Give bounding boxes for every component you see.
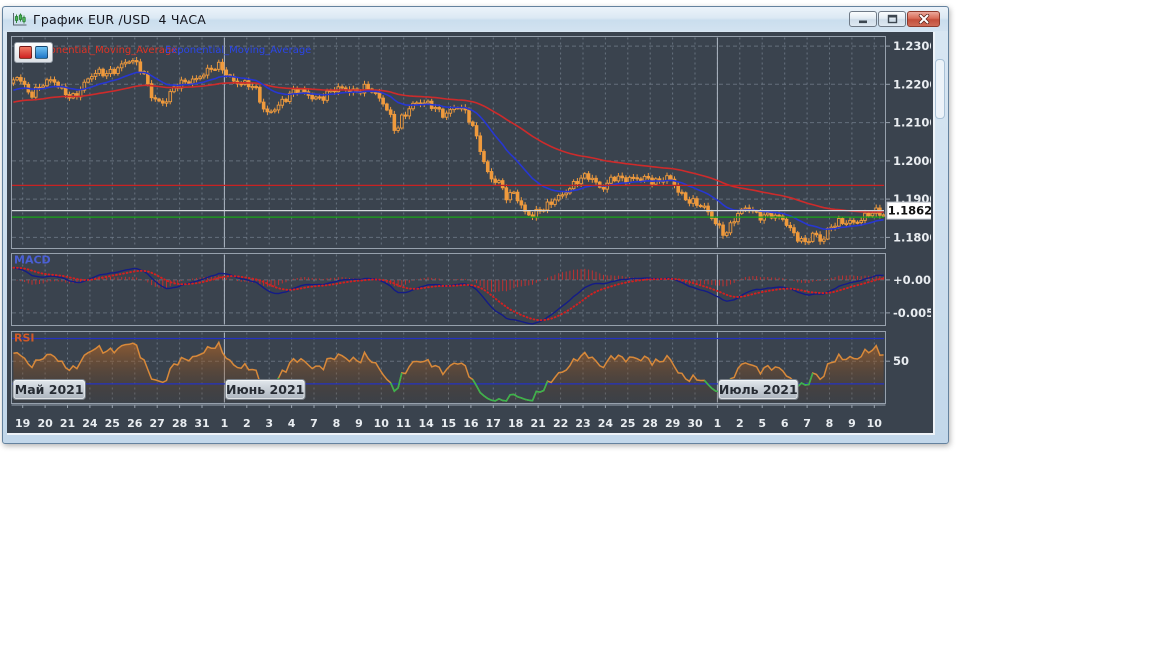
svg-text:11: 11 xyxy=(396,417,411,430)
svg-text:9: 9 xyxy=(848,417,856,430)
svg-text:5: 5 xyxy=(758,417,766,430)
macd-label: MACD xyxy=(14,254,51,267)
svg-text:25: 25 xyxy=(620,417,635,430)
candlestick-chart-icon xyxy=(11,12,27,27)
svg-text:1: 1 xyxy=(221,417,229,430)
month-marker[interactable]: Май 2021 xyxy=(13,380,85,400)
svg-text:14: 14 xyxy=(418,417,434,430)
svg-text:27: 27 xyxy=(150,417,165,430)
svg-text:Май 2021: Май 2021 xyxy=(15,382,84,397)
svg-text:15: 15 xyxy=(441,417,456,430)
svg-text:10: 10 xyxy=(867,417,883,430)
svg-text:7: 7 xyxy=(803,417,811,430)
svg-text:Июль 2021: Июль 2021 xyxy=(719,382,798,397)
window-title: График EUR /USD 4 ЧАСА xyxy=(33,12,206,27)
legend-ema-blue: Exponential_Moving_Average xyxy=(165,45,311,56)
ema-blue-swatch-icon[interactable] xyxy=(35,46,48,59)
svg-text:Июнь 2021: Июнь 2021 xyxy=(226,382,304,397)
grid-macd xyxy=(23,255,875,325)
maximize-button[interactable] xyxy=(878,11,906,27)
current-price-tag: 1.1862 xyxy=(887,202,931,219)
svg-text:19: 19 xyxy=(15,417,30,430)
svg-text:50: 50 xyxy=(893,354,909,368)
svg-text:24: 24 xyxy=(598,417,614,430)
svg-text:25: 25 xyxy=(105,417,120,430)
svg-text:20: 20 xyxy=(37,417,53,430)
svg-text:8: 8 xyxy=(826,417,834,430)
svg-text:21: 21 xyxy=(530,417,545,430)
svg-text:-0.005: -0.005 xyxy=(893,306,931,320)
svg-text:30: 30 xyxy=(687,417,703,430)
svg-text:23: 23 xyxy=(575,417,590,430)
rsi-label: RSI xyxy=(14,332,35,345)
x-axis: 1920212425262728311234789101114151617182… xyxy=(12,405,886,430)
minimize-icon xyxy=(858,15,868,24)
svg-text:1.2000: 1.2000 xyxy=(893,154,931,168)
close-icon xyxy=(918,14,930,24)
svg-text:26: 26 xyxy=(127,417,143,430)
svg-text:1.1862: 1.1862 xyxy=(888,204,931,218)
svg-text:7: 7 xyxy=(310,417,318,430)
svg-text:1.2300: 1.2300 xyxy=(893,39,931,53)
ema-line xyxy=(13,72,883,229)
svg-text:21: 21 xyxy=(60,417,75,430)
svg-text:16: 16 xyxy=(463,417,479,430)
maximize-icon xyxy=(887,14,898,24)
svg-text:31: 31 xyxy=(194,417,209,430)
svg-text:9: 9 xyxy=(355,417,363,430)
svg-text:24: 24 xyxy=(82,417,98,430)
svg-text:22: 22 xyxy=(553,417,568,430)
svg-text:8: 8 xyxy=(333,417,341,430)
month-marker[interactable]: Июль 2021 xyxy=(718,380,798,400)
svg-text:18: 18 xyxy=(508,417,523,430)
title-bar[interactable]: График EUR /USD 4 ЧАСА xyxy=(3,7,948,31)
svg-text:2: 2 xyxy=(243,417,251,430)
svg-text:6: 6 xyxy=(781,417,789,430)
svg-text:+0.000: +0.000 xyxy=(893,273,931,287)
svg-text:1.2200: 1.2200 xyxy=(893,77,931,91)
legend-swatches xyxy=(14,42,53,63)
svg-text:1: 1 xyxy=(714,417,722,430)
svg-text:1.1800: 1.1800 xyxy=(893,230,931,244)
page-background: { "window": { "title": "График EUR /USD … xyxy=(0,0,1152,648)
chart-client-area: Exponential_Moving_Average Exponential_M… xyxy=(7,32,935,435)
svg-text:28: 28 xyxy=(643,417,658,430)
grid-main xyxy=(23,38,875,248)
svg-text:17: 17 xyxy=(486,417,501,430)
chart-window: График EUR /USD 4 ЧАСА Exponential_Movin… xyxy=(2,6,949,444)
close-button[interactable] xyxy=(907,11,940,27)
svg-text:10: 10 xyxy=(374,417,390,430)
svg-text:2: 2 xyxy=(736,417,744,430)
scrollbar-thumb[interactable] xyxy=(935,59,945,119)
minimize-button[interactable] xyxy=(849,11,877,27)
svg-text:1.2100: 1.2100 xyxy=(893,116,931,130)
window-controls xyxy=(849,11,940,27)
ema-red-swatch-icon[interactable] xyxy=(19,46,32,59)
svg-text:3: 3 xyxy=(265,417,273,430)
month-marker[interactable]: Июнь 2021 xyxy=(225,380,305,400)
svg-text:29: 29 xyxy=(665,417,680,430)
svg-text:4: 4 xyxy=(288,417,296,430)
chart-canvas[interactable]: 1.23001.22001.21001.20001.19001.1800+0.0… xyxy=(11,34,931,432)
svg-text:28: 28 xyxy=(172,417,187,430)
